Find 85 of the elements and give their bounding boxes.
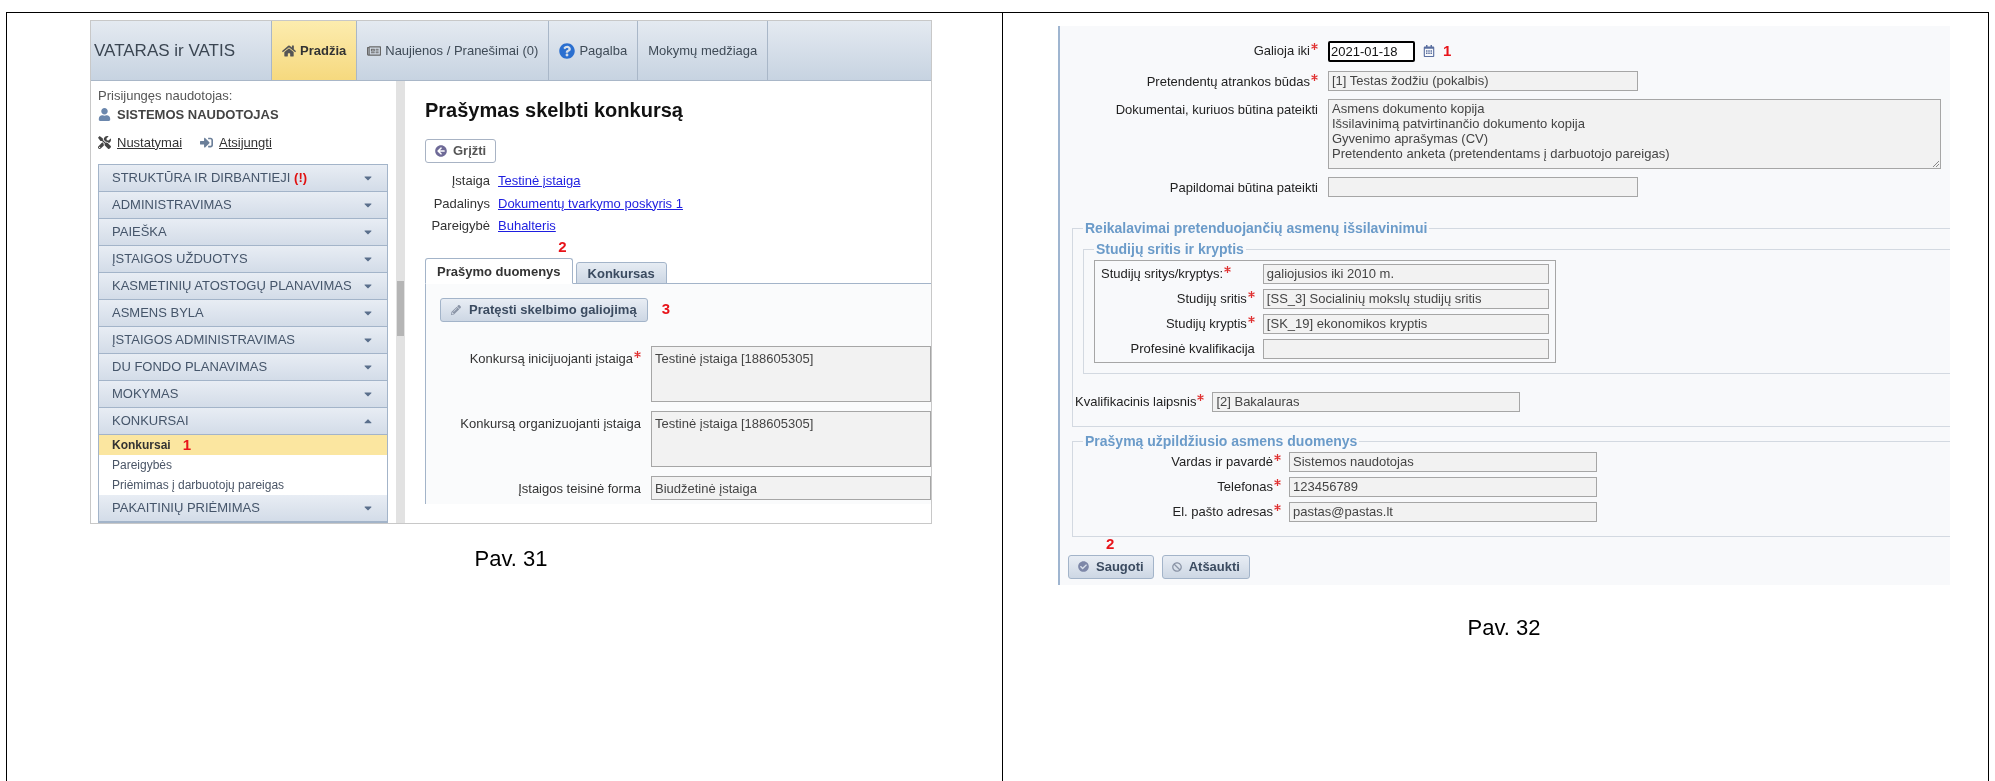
input-field[interactable]: Sistemos naudotojas bbox=[1289, 451, 1597, 472]
input-field[interactable]: Testinė įstaiga [188605305] bbox=[651, 410, 931, 467]
menu-label: KONKURSAI bbox=[112, 412, 189, 431]
field-label: Studijų sritis bbox=[1176, 290, 1247, 306]
menu-label: MOKYMAS bbox=[112, 385, 179, 404]
section-legend: Reikalavimai pretenduojančių asmenų išsilavinimui bbox=[1083, 217, 1430, 239]
form-button[interactable]: Atšaukti bbox=[1161, 554, 1250, 579]
nav-tab[interactable]: Naujienos / Pranešimai (0) bbox=[356, 21, 549, 80]
section-legend: Studijų sritis ir kryptis bbox=[1094, 238, 1246, 260]
submenu-item[interactable]: Priėmimas į darbuotojų pareigas bbox=[99, 475, 387, 495]
submenu-item[interactable]: Konkursai 1 bbox=[99, 435, 387, 455]
info-link[interactable]: Buhalteris bbox=[498, 216, 931, 236]
menu-item[interactable]: MOKYMAS bbox=[99, 381, 387, 408]
input-field[interactable]: [SK_19] ekonomikos kryptis bbox=[1262, 313, 1549, 334]
field-label: Papildomai būtina pateikti bbox=[1169, 180, 1318, 195]
field-label: El. pašto adresas bbox=[1172, 503, 1273, 519]
menu-label: KASMETINIŲ ATOSTOGŲ PLANAVIMAS bbox=[112, 277, 352, 296]
field-label: Telefonas bbox=[1217, 478, 1273, 494]
menu-label: DU FONDO PLANAVIMAS bbox=[112, 358, 268, 377]
field-label: Vardas ir pavardė bbox=[1171, 453, 1273, 469]
input-field[interactable]: [1] Testas žodžiu (pokalbis) bbox=[1328, 70, 1638, 91]
menu-item[interactable]: ADMINISTRAVIMAS bbox=[99, 192, 387, 219]
menu-item[interactable]: KONKURSAI bbox=[99, 408, 387, 435]
input-field[interactable]: Testinė įstaiga [188605305] bbox=[651, 345, 931, 402]
figure-caption: Pav. 32 bbox=[1466, 613, 1542, 642]
menu-label: ASMENS BYLA bbox=[112, 304, 204, 323]
user-label: Prisijungęs naudotojas: bbox=[98, 87, 234, 104]
input-field[interactable]: [2] Bakalauras bbox=[1212, 391, 1521, 412]
menu-item[interactable]: ĮSTAIGOS UŽDUOTYS bbox=[99, 246, 387, 273]
input-field[interactable]: galiojusios iki 2010 m. bbox=[1262, 263, 1549, 284]
nav-tab[interactable]: Pagalba bbox=[548, 21, 638, 80]
menu-item[interactable]: ASMENS BYLA bbox=[99, 300, 387, 327]
annotation-number: 3 bbox=[661, 299, 670, 320]
annotation-number: 2 bbox=[558, 236, 567, 257]
info-link[interactable]: Dokumentų tvarkymo poskyris 1 bbox=[498, 193, 931, 213]
annotation-number: 1 bbox=[1443, 41, 1452, 61]
sidebar-link[interactable]: Nustatymai bbox=[117, 132, 183, 152]
menu-item[interactable]: PAKAITINIŲ PRIĖMIMAS bbox=[99, 495, 387, 522]
field-label: Kvalifikacinis laipsnis bbox=[1075, 393, 1197, 409]
info-label: Įstaiga bbox=[450, 172, 490, 190]
field-label: Konkursą organizuojanti įstaiga bbox=[460, 415, 641, 431]
date-field[interactable]: 2021-01-18 bbox=[1328, 40, 1415, 62]
menu-item[interactable]: PAIEŠKA bbox=[99, 219, 387, 246]
menu-item[interactable]: ĮSTAIGOS ADMINISTRAVIMAS bbox=[99, 327, 387, 354]
menu-label: ADMINISTRAVIMAS bbox=[112, 196, 232, 215]
annotation-number: 2 bbox=[1106, 533, 1115, 554]
input-field[interactable]: 123456789 bbox=[1289, 476, 1597, 497]
menu-item[interactable]: KASMETINIŲ ATOSTOGŲ PLANAVIMAS bbox=[99, 273, 387, 300]
menu-item[interactable]: STRUKTŪRA IR DIRBANTIEJI (!) bbox=[99, 165, 387, 192]
input-field[interactable]: [SS_3] Socialinių mokslų studijų sritis bbox=[1262, 288, 1549, 309]
info-label: Padalinys bbox=[432, 194, 490, 213]
info-label: Pareigybė bbox=[430, 217, 490, 235]
field-label: Pretendentų atrankos būdas bbox=[1146, 73, 1310, 89]
form-tab[interactable]: Prašymo duomenys bbox=[425, 257, 573, 284]
menu-label: ĮSTAIGOS UŽDUOTYS bbox=[112, 250, 248, 269]
submenu-item[interactable]: Pareigybės bbox=[99, 455, 387, 475]
page-title: Prašymas skelbti konkursą bbox=[425, 98, 684, 123]
documents-field[interactable]: Asmens dokumento kopija Išsilavinimą patvirtinančio dokumento kopija Gyvenimo aprašymas (CV) Pretendento anketa (pretendentams į darbuotojo pareigas) bbox=[1328, 99, 1941, 169]
menu-label: STRUKTŪRA IR DIRBANTIEJI (!) bbox=[112, 169, 308, 188]
menu-label: PAIEŠKA bbox=[112, 223, 167, 242]
menu-label: PAKAITINIŲ PRIĖMIMAS bbox=[112, 499, 260, 518]
figure-caption: Pav. 31 bbox=[473, 545, 549, 573]
nav-tab[interactable]: Pradžia bbox=[271, 21, 357, 80]
section-legend: Prašymą užpildžiusio asmens duomenys bbox=[1083, 430, 1360, 452]
back-button[interactable]: Grįžti bbox=[425, 139, 497, 163]
user-name: SISTEMOS NAUDOTOJAS bbox=[117, 106, 279, 124]
field-label: Dokumentai, kuriuos būtina pateikti bbox=[1115, 102, 1318, 117]
field-label: Studijų kryptis bbox=[1165, 315, 1247, 331]
field-label: Galioja iki bbox=[1253, 43, 1310, 58]
form-button[interactable]: Saugoti bbox=[1068, 554, 1154, 579]
field-label: Studijų sritys/kryptys: bbox=[1101, 265, 1224, 281]
field-label: Profesinė kvalifikacija bbox=[1130, 340, 1255, 356]
input-field[interactable]: pastas@pastas.lt bbox=[1289, 501, 1597, 522]
menu-item[interactable]: DU FONDO PLANAVIMAS bbox=[99, 354, 387, 381]
field-label: Konkursą inicijuojanti įstaiga bbox=[469, 350, 633, 366]
app-logo: VATARAS ir VATIS bbox=[93, 39, 237, 62]
field-label: Įstaigos teisinė forma bbox=[518, 480, 641, 496]
form-tab[interactable]: Konkursas bbox=[575, 261, 667, 284]
input-field[interactable]: Biudžetinė įstaiga bbox=[651, 475, 931, 500]
sidebar-link[interactable]: Atsijungti bbox=[219, 132, 272, 152]
info-link[interactable]: Testinė įstaiga bbox=[498, 171, 931, 191]
nav-tab[interactable]: Mokymų medžiaga bbox=[637, 21, 768, 80]
annotation-number: 1 bbox=[182, 434, 192, 455]
menu-label: ĮSTAIGOS ADMINISTRAVIMAS bbox=[112, 331, 295, 350]
extend-button[interactable]: Pratęsti skelbimo galiojimą bbox=[440, 297, 648, 322]
